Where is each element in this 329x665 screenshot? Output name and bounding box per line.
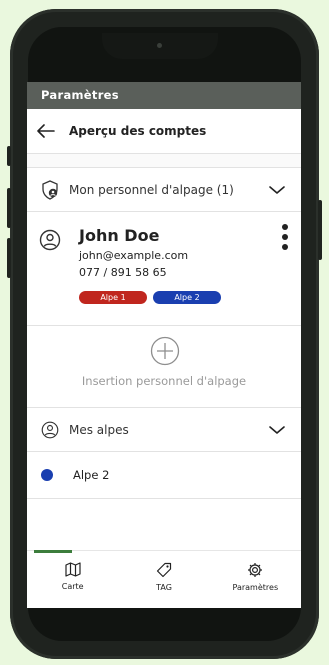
kebab-dot — [282, 224, 288, 230]
user-circle-icon — [39, 421, 61, 439]
chevron-down-icon[interactable] — [269, 185, 291, 195]
person-email: john@example.com — [79, 249, 189, 262]
subheader: Aperçu des comptes — [27, 109, 301, 154]
insert-personnel-area: Insertion personnel d'alpage — [27, 326, 301, 408]
page-title: Paramètres — [27, 82, 301, 109]
tab-label: TAG — [156, 583, 172, 592]
map-icon — [65, 562, 81, 577]
alpe-list-item[interactable]: Alpe 2 — [27, 452, 301, 499]
alpe-badge: Alpe 2 — [153, 291, 221, 304]
insert-personnel-label[interactable]: Insertion personnel d'alpage — [27, 374, 301, 388]
alpe-badges: Alpe 1 Alpe 2 — [79, 291, 221, 304]
subheader-title: Aperçu des comptes — [69, 124, 207, 138]
spacer — [27, 154, 301, 168]
alpes-section-header[interactable]: Mes alpes — [27, 408, 301, 452]
personnel-card[interactable]: John Doe john@example.com 077 / 891 58 6… — [27, 212, 301, 326]
volume-up-button — [7, 188, 11, 228]
volume-down-button — [7, 238, 11, 278]
kebab-dot — [282, 244, 288, 250]
tab-label: Carte — [61, 582, 84, 591]
app-screen: Paramètres Aperçu des comptes Mon person… — [27, 82, 301, 608]
phone-notch — [102, 33, 218, 59]
add-circle-icon[interactable] — [150, 336, 180, 366]
arrow-left-icon[interactable] — [37, 124, 63, 138]
tab-label: Paramètres — [232, 583, 279, 592]
alpes-section-label: Mes alpes — [69, 422, 129, 437]
gear-icon — [248, 563, 263, 577]
personnel-section-header[interactable]: Mon personnel d'alpage (1) — [27, 168, 301, 212]
more-options-icon[interactable] — [281, 224, 289, 250]
kebab-dot — [282, 234, 288, 240]
power-button — [318, 200, 322, 260]
mute-switch — [7, 146, 11, 166]
bottom-tab-bar: Carte TAG Paramètres — [27, 550, 301, 608]
tab-parametres[interactable]: Paramètres — [210, 551, 301, 608]
tab-carte[interactable]: Carte — [27, 550, 118, 608]
person-name: John Doe — [79, 226, 160, 245]
user-avatar-icon — [39, 229, 61, 255]
alpe-badge: Alpe 1 — [79, 291, 147, 304]
camera-dot — [157, 43, 162, 48]
tab-tag[interactable]: TAG — [118, 551, 209, 608]
tag-icon — [156, 562, 172, 578]
chevron-down-icon[interactable] — [269, 425, 291, 435]
alpe-color-dot — [41, 469, 53, 481]
alpe-label: Alpe 2 — [73, 468, 110, 482]
person-phone: 077 / 891 58 65 — [79, 266, 167, 279]
active-tab-indicator — [34, 550, 72, 553]
shield-user-icon — [39, 179, 61, 200]
personnel-section-label: Mon personnel d'alpage (1) — [69, 182, 234, 197]
